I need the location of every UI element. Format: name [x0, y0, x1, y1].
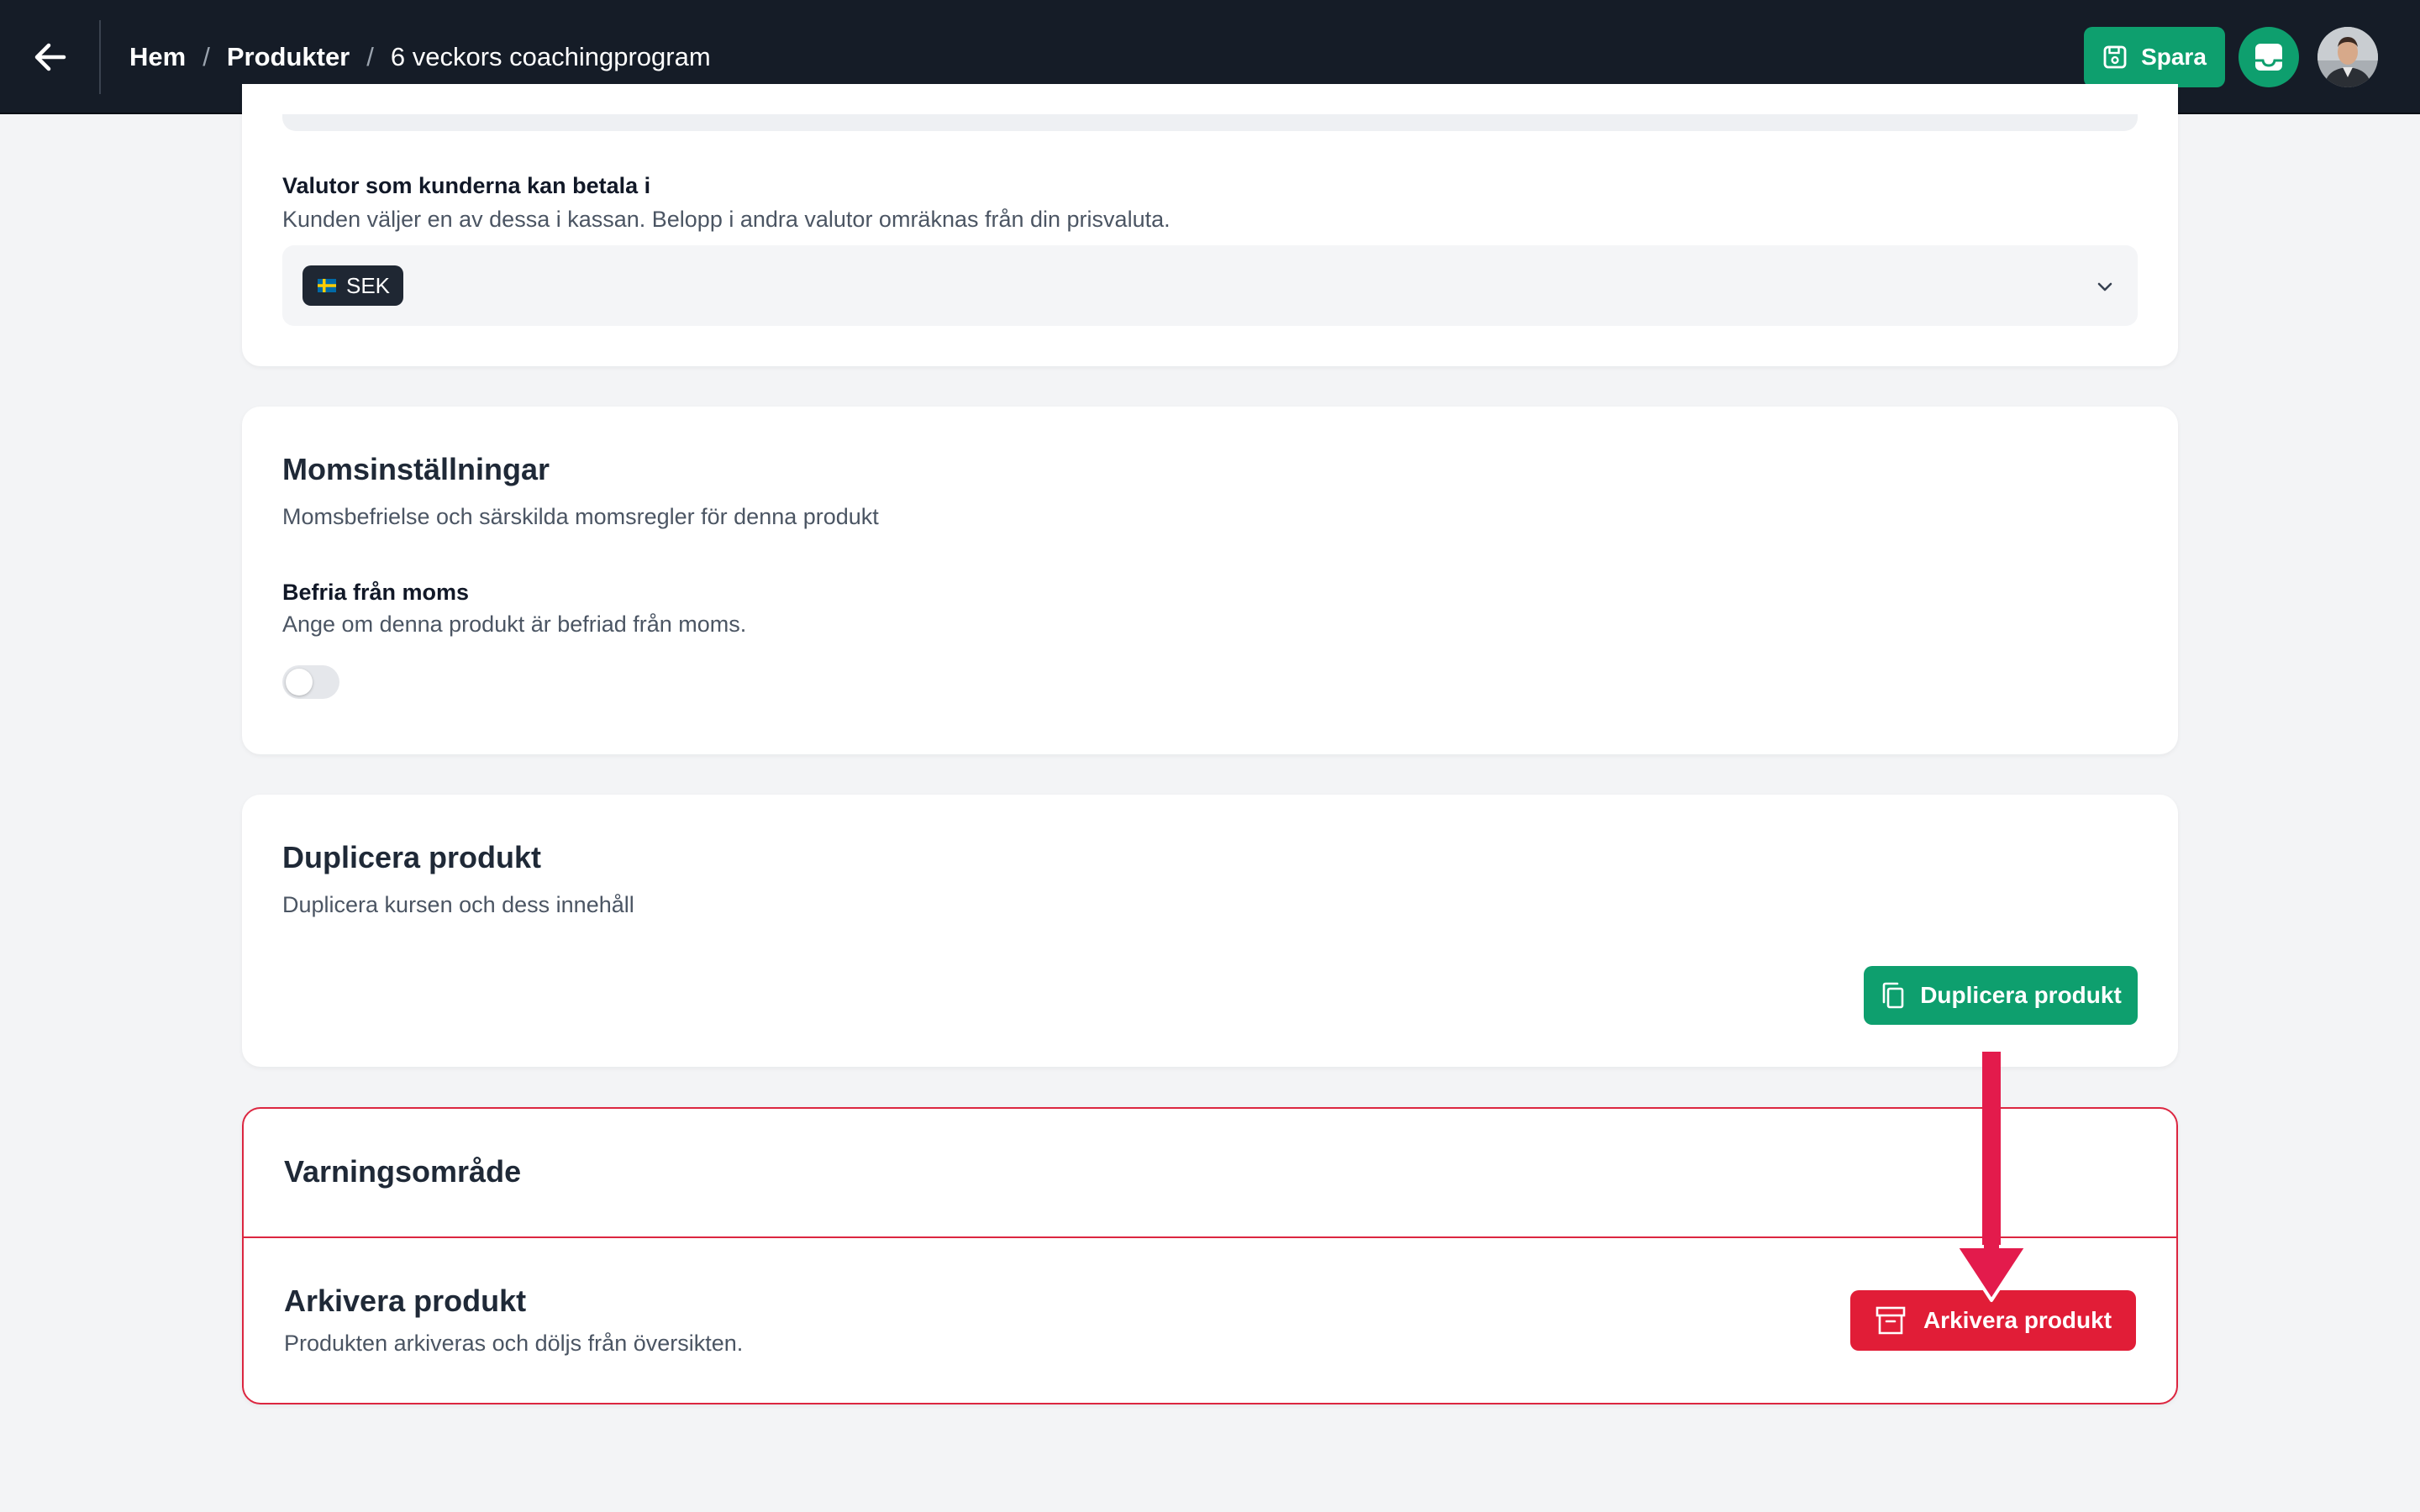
- duplicate-description: Duplicera kursen och dess innehåll: [282, 892, 634, 917]
- inbox-button[interactable]: [2238, 27, 2299, 87]
- breadcrumb-separator: /: [203, 42, 210, 71]
- header-divider: [99, 20, 101, 94]
- back-button[interactable]: [30, 37, 71, 77]
- vat-exempt-label: Befria från moms: [282, 580, 470, 605]
- archive-box-icon: [1876, 1306, 1906, 1335]
- vat-exempt-help: Ange om denna produkt är befriad från mo…: [282, 612, 747, 637]
- arrow-left-icon: [34, 43, 66, 71]
- swedish-flag-icon: [318, 279, 336, 292]
- duplicate-product-button[interactable]: Duplicera produkt: [1864, 966, 2138, 1025]
- duplicate-title: Duplicera produkt: [282, 840, 542, 874]
- save-button-label: Spara: [2141, 44, 2207, 70]
- breadcrumb-separator: /: [366, 42, 374, 71]
- vat-title: Momsinställningar: [282, 452, 550, 486]
- vat-description: Momsbefrielse och särskilda momsregler f…: [282, 504, 879, 529]
- archive-title: Arkivera produkt: [284, 1284, 527, 1318]
- duplicate-card: [242, 795, 2178, 1067]
- copy-icon: [1882, 982, 1904, 1009]
- avatar-image: [2317, 27, 2378, 87]
- archive-product-button[interactable]: Arkivera produkt: [1850, 1290, 2136, 1351]
- currency-label: Valutor som kunderna kan betala i: [282, 173, 651, 198]
- breadcrumb-products[interactable]: Produkter: [227, 42, 350, 72]
- archive-button-label: Arkivera produkt: [1923, 1307, 2112, 1333]
- save-button[interactable]: Spara: [2084, 27, 2225, 87]
- breadcrumb-current: 6 veckors coachingprogram: [390, 42, 711, 71]
- toggle-knob: [286, 669, 313, 696]
- chevron-down-icon: [2097, 282, 2112, 291]
- archive-description: Produkten arkiveras och döljs från övers…: [284, 1331, 744, 1356]
- breadcrumb: Hem / Produkter / 6 veckors coachingprog…: [129, 37, 711, 77]
- user-avatar[interactable]: [2317, 27, 2378, 87]
- duplicate-button-label: Duplicera produkt: [1920, 982, 2122, 1008]
- danger-zone-title: Varningsområde: [284, 1154, 522, 1189]
- currency-help-text: Kunden väljer en av dessa i kassan. Belo…: [282, 207, 1171, 232]
- currency-select[interactable]: SEK: [282, 245, 2138, 326]
- danger-zone-card: [242, 1107, 2178, 1404]
- breadcrumb-home[interactable]: Hem: [129, 42, 186, 72]
- vat-exempt-toggle[interactable]: [282, 665, 339, 699]
- danger-zone-divider: [244, 1236, 2176, 1238]
- floppy-disk-icon: [2103, 45, 2127, 69]
- inbox-icon: [2255, 44, 2282, 71]
- previous-field-bottom: [282, 114, 2138, 131]
- currency-chip-sek[interactable]: SEK: [302, 265, 404, 306]
- currency-chip-label: SEK: [346, 272, 391, 298]
